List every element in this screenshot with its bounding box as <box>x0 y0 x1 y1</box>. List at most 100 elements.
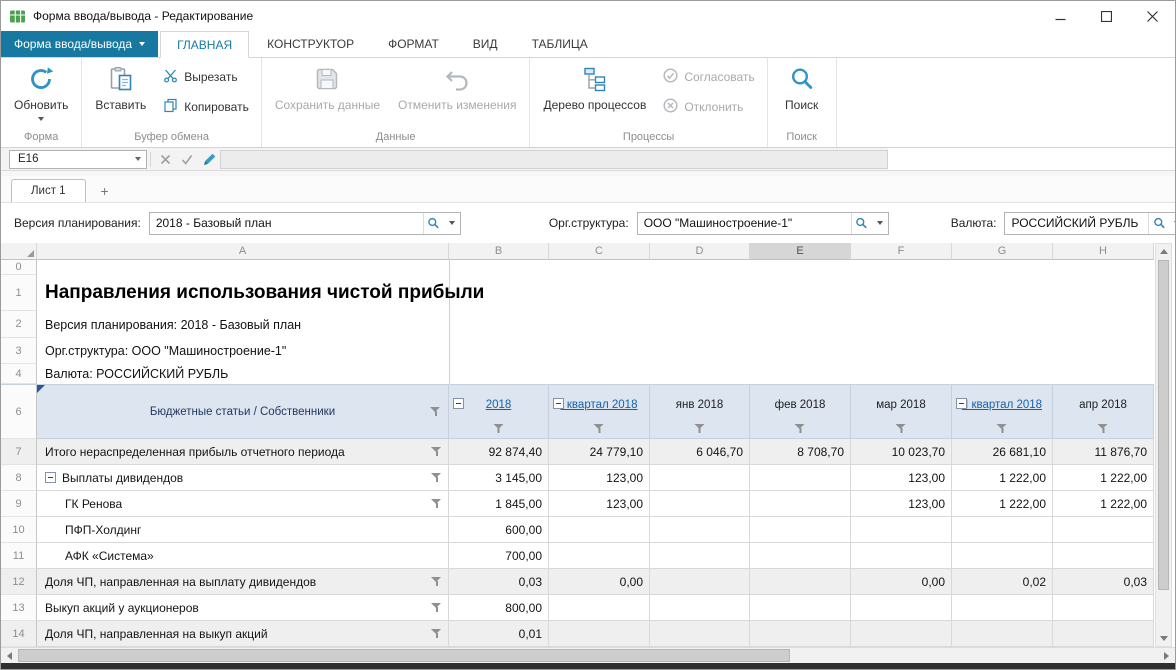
row-header[interactable]: 2 <box>1 311 37 338</box>
value-cell[interactable]: 1 222,00 <box>1053 465 1154 491</box>
value-cell[interactable] <box>952 543 1053 569</box>
cell-reference-box[interactable]: E16 <box>9 150 147 169</box>
value-cell[interactable]: 0,03 <box>1053 569 1154 595</box>
horizontal-scroll-thumb[interactable] <box>18 649 790 662</box>
value-cell[interactable] <box>952 595 1053 621</box>
formula-edit-icon[interactable] <box>198 150 220 169</box>
value-cell[interactable]: 0,00 <box>851 569 952 595</box>
search-icon[interactable] <box>424 217 444 230</box>
scroll-up-arrow[interactable] <box>1156 244 1171 259</box>
filter-funnel-icon[interactable] <box>1098 424 1109 434</box>
value-cell[interactable]: 0,00 <box>549 569 650 595</box>
value-cell[interactable]: 0,02 <box>952 569 1053 595</box>
filter-funnel-icon[interactable] <box>431 499 442 509</box>
value-cell[interactable] <box>750 595 851 621</box>
row-label-cell[interactable]: Выплаты дивидендов <box>37 465 449 491</box>
value-cell[interactable] <box>750 491 851 517</box>
org-combobox[interactable]: ООО "Машиностроение-1" <box>637 212 889 235</box>
confirm-entry-icon[interactable] <box>176 150 198 169</box>
filter-funnel-icon[interactable] <box>431 577 442 587</box>
meta-cell[interactable]: Валюта: РОССИЙСКИЙ РУБЛЬ <box>37 364 1154 384</box>
value-cell[interactable] <box>1053 621 1154 647</box>
value-cell[interactable]: 0,01 <box>449 621 549 647</box>
row-label-cell[interactable]: Выкуп акций у аукционеров <box>37 595 449 621</box>
row-header[interactable]: 0 <box>1 260 37 275</box>
value-cell[interactable] <box>549 517 650 543</box>
value-cell[interactable]: 10 023,70 <box>851 439 952 465</box>
search-button[interactable]: Поиск <box>773 61 831 116</box>
value-cell[interactable] <box>650 621 750 647</box>
period-link[interactable]: II квартал 2018 <box>962 398 1042 413</box>
filter-funnel-icon[interactable] <box>997 424 1008 434</box>
app-menu-button[interactable]: Форма ввода/вывода <box>1 31 158 57</box>
value-cell[interactable]: 11 876,70 <box>1053 439 1154 465</box>
value-cell[interactable] <box>650 543 750 569</box>
column-header-a[interactable]: A <box>37 243 449 260</box>
value-cell[interactable]: 800,00 <box>449 595 549 621</box>
select-all-corner[interactable] <box>1 243 37 260</box>
scroll-left-arrow[interactable] <box>1 648 18 663</box>
value-cell[interactable]: 26 681,10 <box>952 439 1053 465</box>
close-button[interactable] <box>1129 1 1175 31</box>
value-cell[interactable]: 600,00 <box>449 517 549 543</box>
value-cell[interactable] <box>650 465 750 491</box>
value-cell[interactable] <box>952 621 1053 647</box>
value-cell[interactable] <box>650 569 750 595</box>
sheet-tab-list1[interactable]: Лист 1 <box>11 179 86 202</box>
row-header[interactable]: 9 <box>1 491 37 517</box>
chevron-down-icon[interactable] <box>444 221 460 225</box>
value-cell[interactable]: 3 145,00 <box>449 465 549 491</box>
filter-funnel-icon[interactable] <box>493 424 504 434</box>
scroll-down-arrow[interactable] <box>1156 631 1171 646</box>
column-header-h[interactable]: H <box>1053 243 1154 260</box>
value-cell[interactable]: 1 222,00 <box>952 465 1053 491</box>
collapse-toggle[interactable] <box>553 398 564 409</box>
value-cell[interactable]: 123,00 <box>851 491 952 517</box>
value-cell[interactable] <box>1053 595 1154 621</box>
report-title-cell[interactable]: Направления использования чистой прибыли <box>37 275 1154 311</box>
collapse-toggle[interactable] <box>956 398 967 409</box>
version-combobox[interactable]: 2018 - Базовый план <box>149 212 461 235</box>
tab-konstruktor[interactable]: КОНСТРУКТОР <box>251 31 370 57</box>
value-cell[interactable]: 123,00 <box>549 465 650 491</box>
column-header-b[interactable]: B <box>449 243 549 260</box>
collapse-toggle[interactable] <box>453 398 464 409</box>
value-cell[interactable] <box>750 543 851 569</box>
header-cell-q1-2018[interactable]: I квартал 2018 <box>549 384 650 439</box>
value-cell[interactable] <box>851 621 952 647</box>
process-tree-button[interactable]: Дерево процессов <box>535 61 654 116</box>
formula-input[interactable] <box>220 150 888 169</box>
chevron-down-icon[interactable] <box>872 221 888 225</box>
cancel-entry-icon[interactable] <box>154 150 176 169</box>
header-cell-mar-2018[interactable]: мар 2018 <box>851 384 952 439</box>
row-label-cell[interactable]: Итого нераспределенная прибыль отчетного… <box>37 439 449 465</box>
value-cell[interactable]: 24 779,10 <box>549 439 650 465</box>
value-cell[interactable]: 6 046,70 <box>650 439 750 465</box>
column-header-d[interactable]: D <box>650 243 750 260</box>
scroll-right-arrow[interactable] <box>1158 648 1175 663</box>
value-cell[interactable]: 8 708,70 <box>750 439 851 465</box>
header-cell-feb-2018[interactable]: фев 2018 <box>750 384 851 439</box>
empty-cell[interactable] <box>37 260 1154 275</box>
value-cell[interactable] <box>851 517 952 543</box>
filter-funnel-icon[interactable] <box>431 447 442 457</box>
value-cell[interactable]: 92 874,40 <box>449 439 549 465</box>
copy-button[interactable]: Копировать <box>156 95 256 119</box>
header-cell-2018[interactable]: 2018 <box>449 384 549 439</box>
tab-glavnaya[interactable]: ГЛАВНАЯ <box>160 31 249 58</box>
value-cell[interactable] <box>1053 543 1154 569</box>
value-cell[interactable] <box>549 543 650 569</box>
header-cell-apr-2018[interactable]: апр 2018 <box>1053 384 1154 439</box>
row-label-cell[interactable]: АФК «Система» <box>37 543 449 569</box>
tab-vid[interactable]: ВИД <box>457 31 514 57</box>
value-cell[interactable] <box>952 517 1053 543</box>
filter-funnel-icon[interactable] <box>431 603 442 613</box>
refresh-button[interactable]: Обновить <box>6 61 76 124</box>
row-header[interactable]: 7 <box>1 439 37 465</box>
currency-combobox[interactable]: РОССИЙСКИЙ РУБЛЬ <box>1004 212 1176 235</box>
vertical-scroll-thumb[interactable] <box>1158 260 1169 590</box>
row-header[interactable]: 8 <box>1 465 37 491</box>
value-cell[interactable]: 1 222,00 <box>952 491 1053 517</box>
minimize-button[interactable] <box>1037 1 1083 31</box>
column-header-g[interactable]: G <box>952 243 1053 260</box>
